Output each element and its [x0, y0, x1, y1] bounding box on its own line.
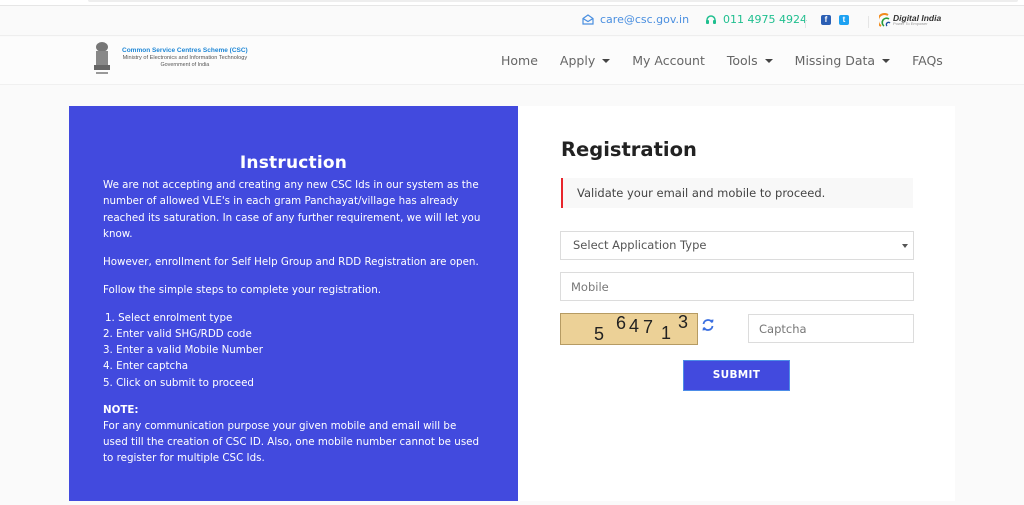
phone-text: 011 4975 4924: [723, 13, 807, 26]
email-link[interactable]: care@csc.gov.in: [582, 13, 689, 26]
caret-down-icon: [764, 58, 773, 63]
instruction-para-1: We are not accepting and creating any ne…: [103, 179, 481, 240]
registration-title: Registration: [561, 138, 697, 161]
nav-menu: Home Apply My Account Tools Missing Data…: [501, 53, 943, 68]
brand-logo[interactable]: Common Service Centres Scheme (CSC) Mini…: [90, 41, 248, 77]
captcha-digit: 4: [629, 316, 640, 336]
nav-tools[interactable]: Tools: [727, 53, 773, 68]
caret-down-icon: [602, 58, 611, 63]
captcha-digit: 3: [678, 312, 689, 332]
registration-card: Registration Validate your email and mob…: [518, 106, 955, 501]
step-item: 3. Enter a valid Mobile Number: [103, 344, 263, 357]
phone-link[interactable]: 011 4975 4924: [705, 13, 807, 26]
instruction-panel: Instruction We are not accepting and cre…: [69, 106, 518, 501]
envelope-icon: [582, 14, 594, 25]
divider: [868, 16, 869, 28]
captcha-image: 5 6 4 7 1 3: [560, 312, 698, 345]
captcha-digit: 7: [643, 317, 654, 337]
nav-label: Apply: [559, 53, 596, 68]
dropdown-arrow-icon: [902, 244, 908, 248]
captcha-input[interactable]: [748, 314, 914, 343]
step-item: 1. Select enrolment type: [105, 311, 233, 324]
twitter-icon[interactable]: t: [839, 15, 849, 25]
top-contact-bar: care@csc.gov.in 011 4975 4924 f t Digita…: [0, 6, 1024, 36]
nav-home[interactable]: Home: [501, 53, 538, 68]
select-value: Select Application Type: [573, 238, 707, 252]
note-text: For any communication purpose your given…: [103, 419, 480, 465]
digital-india-logo[interactable]: Digital India Power To Empower: [879, 13, 941, 27]
digital-india-icon: [879, 13, 891, 27]
steps-list: 1. Select enrolment type 2. Enter valid …: [103, 310, 484, 391]
national-emblem-icon: [94, 42, 110, 74]
refresh-captcha-icon[interactable]: [701, 318, 715, 332]
nav-missing-data[interactable]: Missing Data: [794, 53, 891, 68]
headset-icon: [706, 14, 716, 24]
brand-subtitle: Ministry of Electronics and Information …: [122, 55, 248, 62]
instruction-para-2: However, enrollment for Self Help Group …: [103, 256, 479, 269]
captcha-digit: 1: [661, 323, 672, 343]
validation-alert: Validate your email and mobile to procee…: [561, 178, 913, 208]
social-links: f t: [821, 15, 849, 25]
nav-apply[interactable]: Apply: [559, 53, 611, 68]
step-item: 5. Click on submit to proceed: [103, 376, 254, 389]
application-type-select[interactable]: Select Application Type: [560, 231, 914, 260]
mobile-input[interactable]: [560, 272, 914, 301]
divider: [805, 16, 806, 28]
captcha-digit: 5: [594, 324, 605, 344]
instruction-para-3: Follow the simple steps to complete your…: [103, 284, 382, 297]
nav-label: Tools: [726, 53, 758, 68]
instruction-title: Instruction: [239, 153, 348, 173]
tab-edge: [88, 0, 1018, 2]
step-item: 2. Enter valid SHG/RDD code: [103, 327, 252, 340]
brand-gov: Government of India: [160, 62, 210, 69]
caret-down-icon: [882, 58, 891, 63]
email-text: care@csc.gov.in: [600, 13, 690, 26]
nav-label: My Account: [632, 53, 705, 68]
nav-label: FAQs: [912, 53, 943, 68]
nav-faqs[interactable]: FAQs: [912, 53, 943, 68]
brand-title: Common Service Centres Scheme (CSC): [122, 47, 248, 54]
nav-my-account[interactable]: My Account: [632, 53, 705, 68]
note-heading: NOTE:: [103, 403, 139, 416]
step-item: 4. Enter captcha: [103, 360, 189, 373]
nav-label: Missing Data: [794, 53, 876, 68]
captcha-digit: 6: [616, 313, 627, 333]
digital-india-tagline: Power To Empower: [893, 21, 928, 27]
submit-button[interactable]: SUBMIT: [683, 360, 790, 391]
main-navbar: Common Service Centres Scheme (CSC) Mini…: [0, 37, 1024, 85]
nav-label: Home: [501, 53, 538, 68]
facebook-icon[interactable]: f: [821, 15, 831, 25]
